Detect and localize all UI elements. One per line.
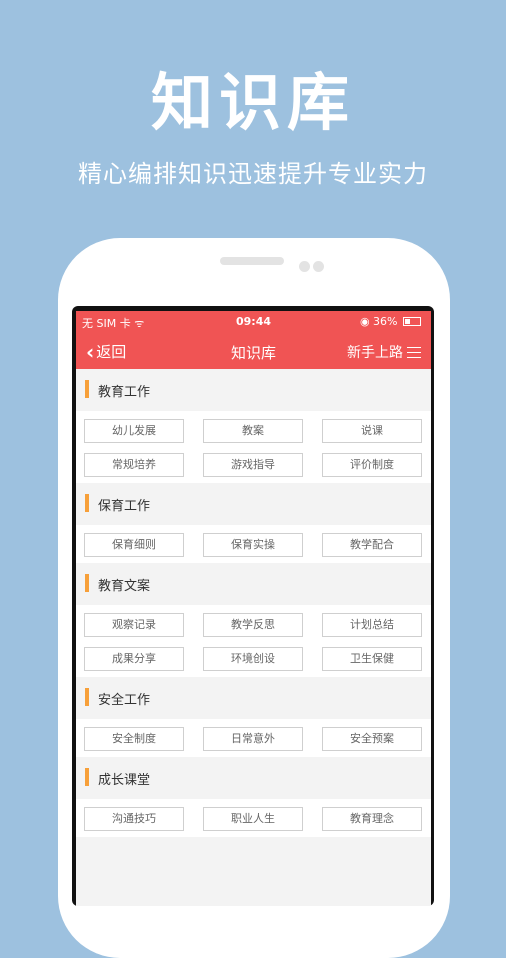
section-marker [85, 494, 89, 512]
grid-row: 常规培养 游戏指导 评价制度 [76, 453, 431, 483]
section-marker [85, 688, 89, 706]
section-header: 教育工作 [76, 369, 431, 411]
category-button[interactable]: 教案 [203, 419, 303, 443]
phone-speaker [220, 257, 284, 265]
section-grid: 沟通技巧 职业人生 教育理念 [76, 799, 431, 837]
section-title: 教育文案 [98, 579, 151, 594]
grid-row: 观察记录 教学反思 计划总结 [76, 613, 431, 647]
category-button[interactable]: 观察记录 [84, 613, 184, 637]
category-list: 教育工作 幼儿发展 教案 说课 常规培养 游戏指导 评价制度 保育工作 保育细则… [76, 369, 431, 837]
category-button[interactable]: 保育细则 [84, 533, 184, 557]
hero-subtitle: 精心编排知识迅速提升专业实力 [78, 160, 428, 188]
menu-icon [407, 347, 421, 358]
section-grid: 安全制度 日常意外 安全预案 [76, 719, 431, 757]
alarm-icon: ◉ [359, 315, 374, 328]
nav-bar: ‹ 返回 知识库 新手上路 [76, 333, 431, 369]
category-button[interactable]: 沟通技巧 [84, 807, 184, 831]
grid-row: 保育细则 保育实操 教学配合 [76, 533, 431, 563]
status-bar: 无 SIM 卡 ᯤ 09:44 ◉ 36% [76, 311, 431, 333]
category-button[interactable]: 卫生保健 [322, 647, 422, 671]
category-button[interactable]: 安全预案 [322, 727, 422, 751]
section-title: 成长课堂 [98, 773, 151, 788]
section-header: 保育工作 [76, 483, 431, 525]
category-button[interactable]: 幼儿发展 [84, 419, 184, 443]
category-button[interactable]: 计划总结 [322, 613, 422, 637]
section-title: 保育工作 [98, 499, 151, 514]
grid-row: 幼儿发展 教案 说课 [76, 419, 431, 453]
section-header: 教育文案 [76, 563, 431, 605]
phone-sensor [299, 261, 310, 272]
grid-row: 安全制度 日常意外 安全预案 [76, 727, 431, 757]
hero-title: 知识库 [150, 66, 355, 139]
battery-percent: 36% [373, 315, 398, 328]
section-marker [85, 768, 89, 786]
grid-row: 沟通技巧 职业人生 教育理念 [76, 807, 431, 837]
category-button[interactable]: 安全制度 [84, 727, 184, 751]
section-grid: 保育细则 保育实操 教学配合 [76, 525, 431, 563]
category-button[interactable]: 日常意外 [203, 727, 303, 751]
section-header: 安全工作 [76, 677, 431, 719]
category-button[interactable]: 教育理念 [322, 807, 422, 831]
section-grid: 观察记录 教学反思 计划总结 成果分享 环境创设 卫生保健 [76, 605, 431, 677]
category-button[interactable]: 常规培养 [84, 453, 184, 477]
beginner-guide-label: 新手上路 [347, 345, 403, 361]
battery-icon [403, 317, 421, 326]
section-marker [85, 380, 89, 398]
category-button[interactable]: 成果分享 [84, 647, 184, 671]
section-title: 安全工作 [98, 693, 151, 708]
category-button[interactable]: 保育实操 [203, 533, 303, 557]
beginner-guide-button[interactable]: 新手上路 [347, 342, 421, 362]
category-button[interactable]: 游戏指导 [203, 453, 303, 477]
section-title: 教育工作 [98, 385, 151, 400]
category-button[interactable]: 说课 [322, 419, 422, 443]
category-button[interactable]: 评价制度 [322, 453, 422, 477]
grid-row: 成果分享 环境创设 卫生保健 [76, 647, 431, 677]
category-button[interactable]: 环境创设 [203, 647, 303, 671]
section-header: 成长课堂 [76, 757, 431, 799]
app-screen: 无 SIM 卡 ᯤ 09:44 ◉ 36% ‹ 返回 知识库 新手上路 教育工作 … [76, 311, 431, 906]
phone-camera [313, 261, 324, 272]
category-button[interactable]: 职业人生 [203, 807, 303, 831]
section-marker [85, 574, 89, 592]
section-grid: 幼儿发展 教案 说课 常规培养 游戏指导 评价制度 [76, 411, 431, 483]
category-button[interactable]: 教学反思 [203, 613, 303, 637]
category-button[interactable]: 教学配合 [322, 533, 422, 557]
